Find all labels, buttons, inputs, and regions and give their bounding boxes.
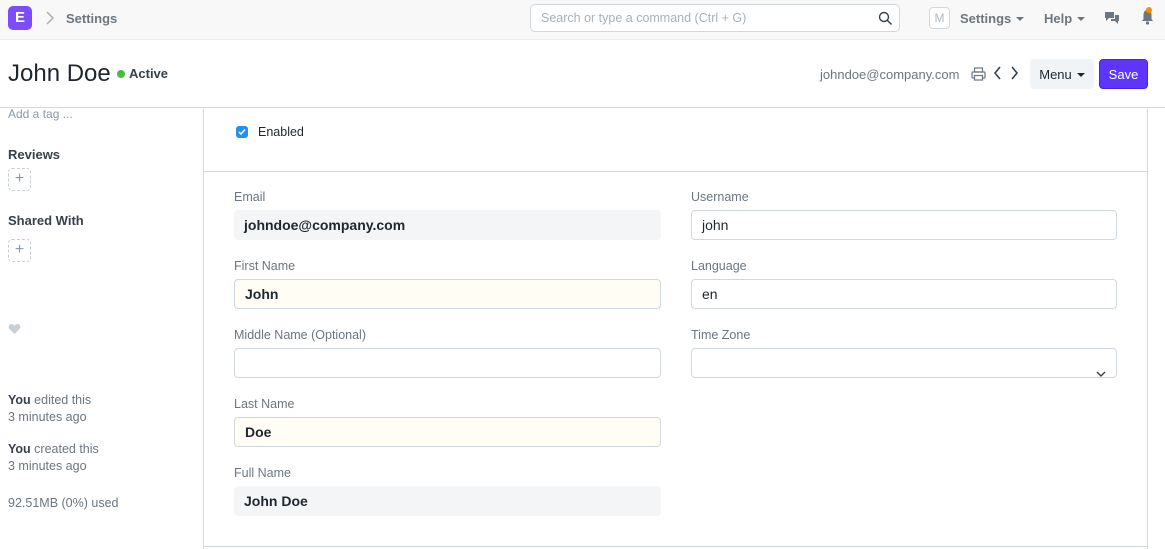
reviews-label: Reviews <box>8 147 61 162</box>
chevron-right-icon <box>45 11 55 30</box>
chevron-down-icon <box>1096 359 1106 387</box>
caret-down-icon <box>1076 72 1085 77</box>
search-icon[interactable] <box>878 11 893 31</box>
chevron-left-icon[interactable] <box>993 66 1003 85</box>
sidebar: Add a tag ... Reviews + Shared With + Yo… <box>0 107 203 549</box>
app-logo[interactable]: E <box>8 6 32 30</box>
printer-icon[interactable] <box>971 67 986 86</box>
activity-created: You created this 3 minutes ago <box>8 441 99 475</box>
email-label: Email <box>234 190 266 204</box>
enabled-label: Enabled <box>258 125 304 139</box>
activity-edited: You edited this 3 minutes ago <box>8 392 91 426</box>
first-name-label: First Name <box>234 259 296 273</box>
time-zone-label: Time Zone <box>691 328 751 342</box>
activity-action: created this <box>30 442 99 456</box>
check-icon <box>238 129 246 136</box>
caret-down-icon <box>1077 17 1086 21</box>
chevron-right-icon[interactable] <box>1009 66 1019 85</box>
full-name-label: Full Name <box>234 466 291 480</box>
email-field: johndoe@company.com <box>234 210 661 240</box>
menu-button[interactable]: Menu <box>1030 59 1094 89</box>
add-review-button[interactable]: + <box>8 168 31 191</box>
activity-time: 3 minutes ago <box>8 410 87 424</box>
status-indicator <box>117 70 125 78</box>
middle-name-input[interactable] <box>234 348 661 378</box>
time-zone-select[interactable] <box>691 348 1117 378</box>
activity-action: edited this <box>30 393 92 407</box>
save-button[interactable]: Save <box>1099 59 1148 89</box>
last-name-label: Last Name <box>234 397 295 411</box>
settings-dropdown[interactable]: Settings <box>960 11 1025 26</box>
page-header: John Doe Active johndoe@company.com Menu… <box>0 40 1165 108</box>
form-area: Enabled Email johndoe@company.com First … <box>203 109 1148 549</box>
status-badge: Active <box>129 66 169 81</box>
help-dropdown-label: Help <box>1044 11 1073 26</box>
user-avatar[interactable]: M <box>929 7 950 29</box>
last-name-input[interactable]: Doe <box>234 417 661 447</box>
storage-usage: 92.51MB (0%) used <box>8 496 119 510</box>
settings-dropdown-label: Settings <box>960 11 1012 26</box>
plus-icon: + <box>14 170 25 187</box>
search-input[interactable] <box>531 5 861 31</box>
activity-actor: You <box>8 393 31 407</box>
first-name-input[interactable]: John <box>234 279 661 309</box>
form-section-divider <box>204 546 1147 547</box>
plus-icon: + <box>14 241 25 258</box>
page-title: John Doe <box>8 60 111 87</box>
breadcrumb-settings[interactable]: Settings <box>66 11 117 26</box>
activity-time: 3 minutes ago <box>8 459 87 473</box>
language-label: Language <box>691 259 747 273</box>
search-bar[interactable] <box>530 4 900 32</box>
add-share-button[interactable]: + <box>8 239 31 262</box>
header-email: johndoe@company.com <box>820 67 960 82</box>
notification-dot <box>1146 7 1152 13</box>
add-tag-link[interactable]: Add a tag ... <box>8 107 73 121</box>
chat-icon[interactable] <box>1104 10 1120 30</box>
username-input[interactable]: john <box>691 210 1117 240</box>
enabled-checkbox[interactable] <box>236 126 248 138</box>
username-label: Username <box>691 190 749 204</box>
help-dropdown[interactable]: Help <box>1044 11 1086 26</box>
language-input[interactable]: en <box>691 279 1117 309</box>
caret-down-icon <box>1016 17 1025 21</box>
activity-actor: You <box>8 442 31 456</box>
form-section-enabled: Enabled <box>204 109 1147 172</box>
shared-with-label: Shared With <box>8 213 84 228</box>
navbar: E Settings M Settings Help <box>0 0 1165 40</box>
heart-icon[interactable] <box>8 322 21 340</box>
full-name-field: John Doe <box>234 486 661 516</box>
menu-button-label: Menu <box>1039 66 1072 82</box>
middle-name-label: Middle Name (Optional) <box>234 328 366 342</box>
